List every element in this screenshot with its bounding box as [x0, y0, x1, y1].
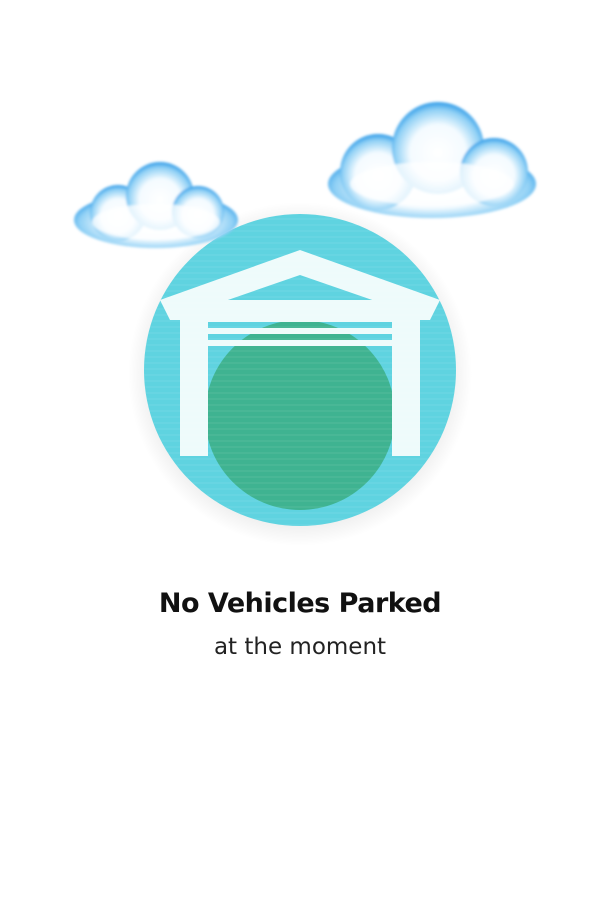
cloud-icon [328, 102, 536, 218]
cloud-icon [74, 162, 238, 248]
empty-parking-screen: No Vehicles Parked at the moment [0, 0, 600, 900]
empty-state-title: No Vehicles Parked [158, 588, 442, 619]
empty-state-message: No Vehicles Parked at the moment [0, 584, 600, 664]
empty-garage-illustration [74, 102, 536, 546]
garage-icon [144, 214, 456, 526]
empty-state-subtitle: at the moment [213, 634, 387, 660]
